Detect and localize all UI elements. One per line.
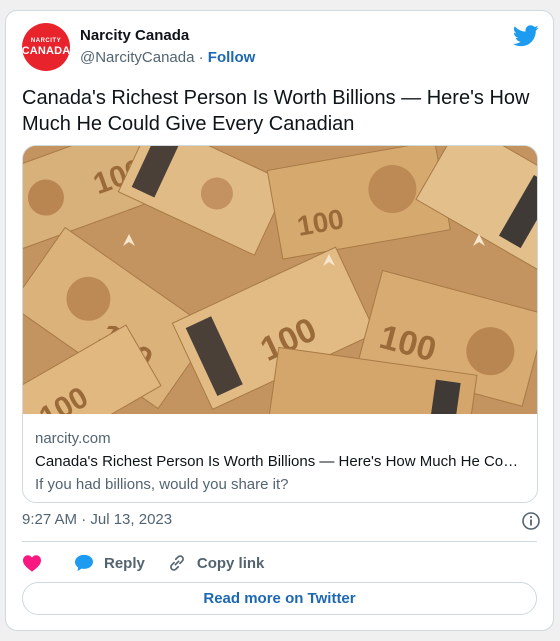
reply-label: Reply bbox=[104, 554, 145, 572]
author-handle-row: @NarcityCanada · Follow bbox=[80, 49, 255, 66]
follow-link[interactable]: Follow bbox=[208, 49, 256, 66]
link-domain: narcity.com bbox=[35, 430, 111, 447]
avatar-text-top: NARCITY bbox=[30, 37, 62, 44]
copy-link-label: Copy link bbox=[196, 554, 265, 572]
link-meta: narcity.com Canada's Richest Person Is W… bbox=[35, 430, 525, 496]
heart-icon bbox=[23, 555, 41, 572]
tweet-timestamp[interactable]: 9:27 AM · Jul 13, 2023 bbox=[22, 511, 172, 528]
embedded-tweet-card: NARCITY CANADA Narcity Canada @NarcityCa… bbox=[5, 10, 554, 631]
divider bbox=[22, 541, 537, 542]
avatar-text-bottom: CANADA bbox=[22, 44, 70, 57]
reply-bubble-icon bbox=[75, 554, 93, 572]
link-preview-card[interactable]: 100 100 100 100 100 narcity.com Canada's… bbox=[22, 145, 538, 503]
twitter-bird-icon[interactable] bbox=[513, 25, 539, 47]
reply-button[interactable]: Reply bbox=[74, 554, 145, 572]
tweet-text: Canada's Richest Person Is Worth Billion… bbox=[22, 87, 530, 135]
canadian-100-dollar-bills-image: 100 100 100 100 100 bbox=[23, 146, 537, 414]
avatar[interactable]: NARCITY CANADA bbox=[22, 23, 70, 71]
copy-link-button[interactable]: Copy link bbox=[167, 553, 265, 573]
separator-dot: · bbox=[198, 49, 204, 66]
author-name[interactable]: Narcity Canada bbox=[80, 27, 189, 44]
read-more-button[interactable]: Read more on Twitter bbox=[22, 582, 537, 615]
link-title: Canada's Richest Person Is Worth Billion… bbox=[35, 453, 519, 470]
like-button[interactable] bbox=[22, 554, 52, 572]
link-description: If you had billions, would you share it? bbox=[35, 476, 289, 493]
bills-illustration: 100 100 100 100 100 bbox=[23, 146, 537, 414]
author-handle[interactable]: @NarcityCanada bbox=[80, 49, 194, 66]
link-icon bbox=[169, 555, 184, 571]
info-icon[interactable] bbox=[521, 511, 541, 531]
tweet-actions: Reply Copy link bbox=[22, 552, 286, 574]
